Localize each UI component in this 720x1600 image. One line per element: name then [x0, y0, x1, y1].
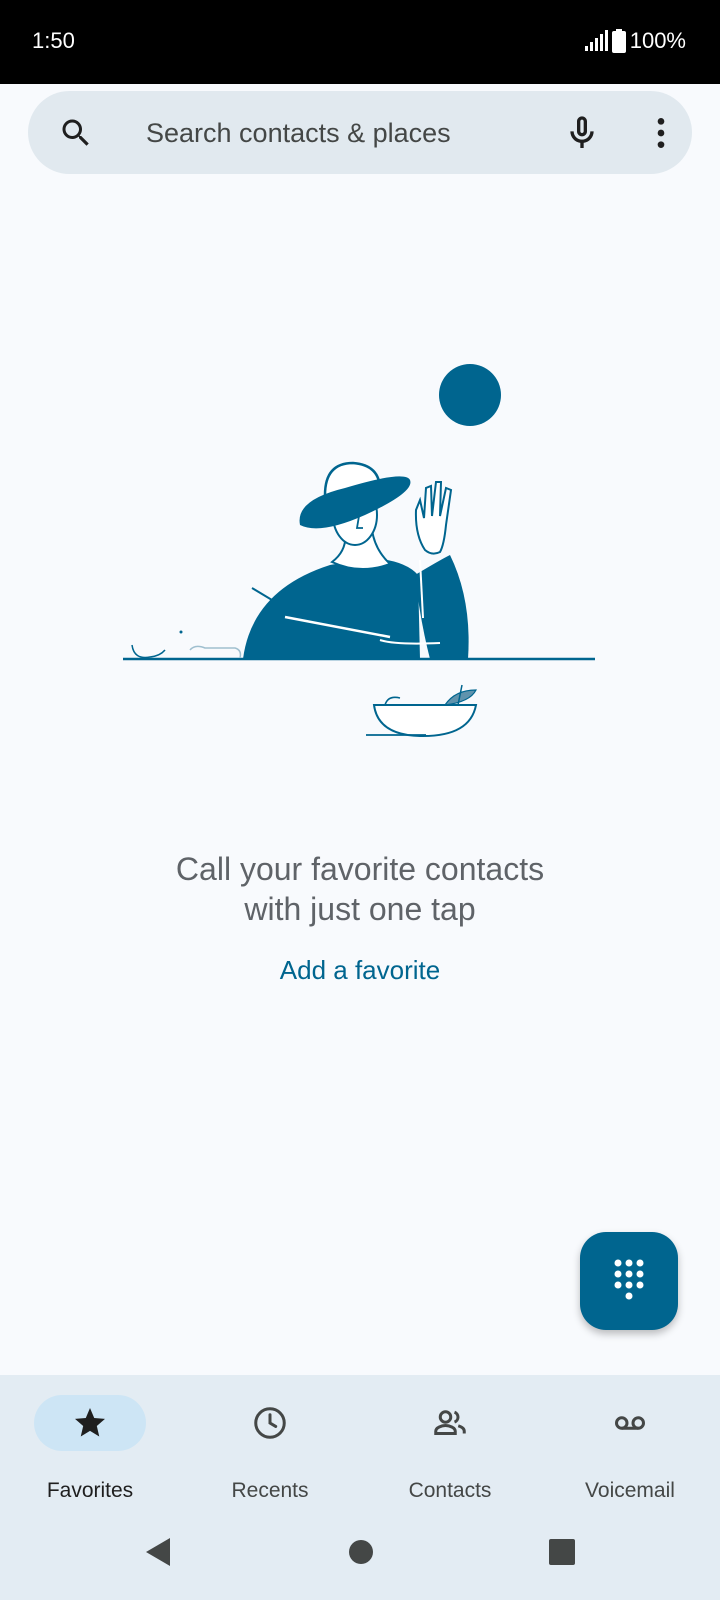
overview-icon[interactable]	[549, 1539, 575, 1565]
home-icon[interactable]	[348, 1539, 374, 1565]
status-icons: 100%	[584, 28, 686, 54]
mic-icon[interactable]	[562, 113, 602, 153]
status-bar: 1:50 100%	[0, 0, 720, 84]
empty-state-line-1: Call your favorite contacts	[175, 851, 545, 887]
voicemail-icon	[615, 1416, 645, 1430]
empty-state-line-2: with just one tap	[244, 891, 476, 927]
signal-icon	[584, 30, 608, 51]
dialpad-button[interactable]	[580, 1232, 678, 1330]
nav-tab-contacts[interactable]: Contacts	[360, 1395, 540, 1505]
nav-tab-recents[interactable]: Recents	[180, 1395, 360, 1505]
favorites-illustration	[123, 364, 595, 738]
back-icon[interactable]	[145, 1537, 171, 1567]
nav-tab-favorites[interactable]: Favorites	[0, 1395, 180, 1505]
system-navigation	[0, 1525, 720, 1585]
status-time: 1:50	[32, 28, 75, 53]
battery-icon	[611, 29, 626, 53]
nav-label-voicemail: Voicemail	[585, 1479, 675, 1502]
nav-label-favorites: Favorites	[46, 1479, 134, 1502]
search-icon[interactable]	[58, 115, 94, 151]
more-options-icon[interactable]	[641, 113, 681, 153]
nav-label-contacts: Contacts	[408, 1479, 492, 1502]
nav-label-recents: Recents	[231, 1479, 309, 1502]
search-input[interactable]	[146, 113, 546, 153]
people-icon	[434, 1410, 466, 1435]
battery-percent: 100%	[629, 28, 686, 53]
search-bar[interactable]	[28, 91, 692, 174]
clock-icon	[254, 1407, 286, 1439]
bottom-navigation: Favorites Recents Contacts Voicemail	[0, 1375, 720, 1600]
add-favorite-button[interactable]: Add a favorite	[260, 955, 460, 986]
nav-tab-voicemail[interactable]: Voicemail	[540, 1395, 720, 1505]
empty-state-message: Call your favorite contacts with just on…	[60, 849, 660, 929]
star-icon	[75, 1408, 105, 1437]
dialpad-icon	[614, 1259, 644, 1300]
